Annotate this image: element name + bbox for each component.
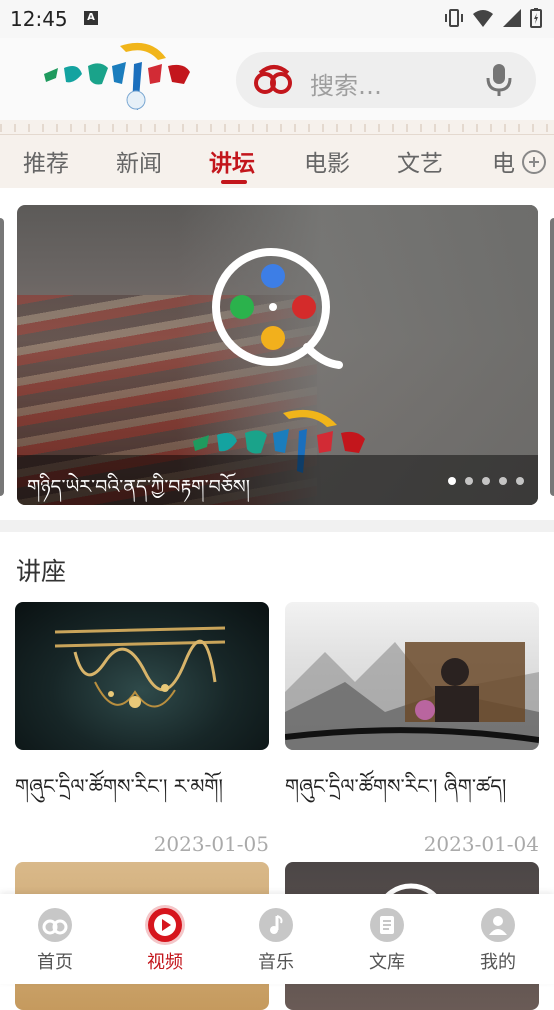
nav-home-label: 首页 <box>37 952 73 973</box>
banner-caption-bar: གཉིད་ཡེར་བའི་ནད་ཀྱི་བརྟག་བཅོས། <box>17 455 538 505</box>
carousel-next-slide-edge <box>550 218 554 496</box>
nav-music-label: 音乐 <box>258 952 294 973</box>
nav-library-label: 文库 <box>369 952 405 973</box>
video-title[interactable]: གཞུང་དྲིལ་ཚོགས་རིང་། ར་མགོ། <box>15 764 269 820</box>
video-card[interactable]: གཞུང་དྲིལ་ཚོགས་རིང་། ར་མགོ། 2023-01-05 <box>15 602 269 856</box>
add-channel-plus-icon[interactable] <box>522 150 546 174</box>
nav-video[interactable]: 视频 <box>125 908 205 974</box>
ink-mountain-painting-artwork <box>285 642 539 750</box>
carousel-dot[interactable] <box>516 477 524 485</box>
bottom-navigation: 首页 视频 音乐 文库 我的 <box>0 894 554 984</box>
play-logo-icon <box>212 248 343 369</box>
nav-home[interactable]: 首页 <box>15 908 95 974</box>
tab-news[interactable]: 新闻 <box>116 144 162 178</box>
carousel-dot[interactable] <box>465 477 473 485</box>
nav-video-label: 视频 <box>147 952 183 973</box>
carousel-prev-slide-edge <box>0 218 4 496</box>
nav-library[interactable]: 文库 <box>347 908 427 974</box>
tab-arts[interactable]: 文艺 <box>397 144 443 178</box>
section-title: 讲座 <box>16 557 67 586</box>
carousel-dot[interactable] <box>482 477 490 485</box>
document-icon <box>370 908 404 942</box>
search-input[interactable]: 搜索… <box>310 66 382 101</box>
status-time: 12:45 <box>10 7 68 31</box>
tab-movie[interactable]: 电影 <box>304 144 350 178</box>
status-icons <box>444 8 542 28</box>
video-date: 2023-01-05 <box>153 832 269 856</box>
nav-me-label: 我的 <box>480 952 516 973</box>
video-title[interactable]: གཞུང་དྲིལ་ཚོགས་རིང་། ཞིག་ཚད། <box>285 764 539 820</box>
app-header: 搜索… <box>0 38 554 120</box>
nav-music[interactable]: 音乐 <box>236 908 316 974</box>
section-divider <box>0 520 554 532</box>
play-icon <box>148 908 182 942</box>
tab-lecture[interactable]: 讲坛 <box>209 144 255 178</box>
carousel-dot[interactable] <box>448 477 456 485</box>
music-note-icon <box>259 908 293 942</box>
home-logo-icon <box>38 908 72 942</box>
microphone-icon[interactable] <box>484 62 514 98</box>
notification-a-icon: A <box>84 11 98 25</box>
search-bar[interactable]: 搜索… <box>236 52 536 108</box>
video-card[interactable]: གཞུང་དྲིལ་ཚོགས་རིང་། ཞིག་ཚད། 2023-01-04 <box>285 602 539 856</box>
user-icon <box>481 908 515 942</box>
nav-me[interactable]: 我的 <box>458 908 538 974</box>
banner-carousel: གཉིད་ཡེར་བའི་ནད་ཀྱི་བརྟག་བཅོས། <box>0 188 554 520</box>
banner-caption: གཉིད་ཡེར་བའི་ནད་ཀྱི་བརྟག་བཅོས། <box>27 476 250 498</box>
vibrate-icon <box>445 9 463 27</box>
brand-swirl-icon <box>254 65 292 94</box>
golden-tibetan-script-artwork <box>54 626 226 708</box>
carousel-indicator <box>448 477 524 485</box>
category-tabs: 推荐 新闻 讲坛 电影 文艺 电 <box>0 136 554 188</box>
video-thumbnail[interactable] <box>15 602 269 750</box>
signal-icon <box>503 9 521 27</box>
video-date: 2023-01-04 <box>423 832 539 856</box>
active-tab-indicator <box>221 180 247 184</box>
carousel-dot[interactable] <box>499 477 507 485</box>
status-bar: 12:45 A <box>0 0 554 38</box>
banner-slide[interactable]: གཉིད་ཡེར་བའི་ནད་ཀྱི་བརྟག་བཅོས། <box>17 205 538 505</box>
battery-icon <box>530 8 542 28</box>
wifi-icon <box>473 10 493 27</box>
app-logo[interactable] <box>38 38 198 120</box>
tab-tv-partial[interactable]: 电 <box>492 144 515 178</box>
tab-recommend[interactable]: 推荐 <box>23 144 69 178</box>
decorative-pattern-strip <box>0 120 554 136</box>
video-thumbnail[interactable] <box>285 602 539 750</box>
